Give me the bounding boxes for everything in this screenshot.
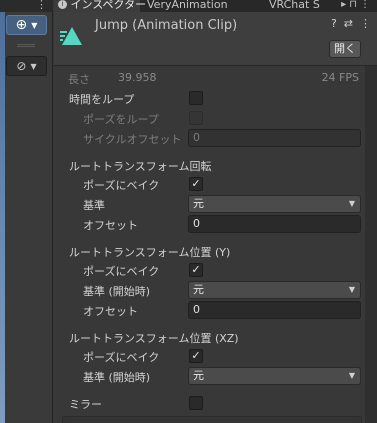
root-position-xz-bake-row: ポーズにベイク ✓ [54, 347, 365, 365]
lock-icon[interactable]: ⊓ [349, 0, 360, 10]
scrollbar[interactable] [365, 66, 377, 423]
compass-icon: ⊘ [16, 59, 27, 73]
clip-title: Jump (Animation Clip) [95, 18, 238, 33]
help-icon[interactable]: ? [331, 17, 337, 31]
root-position-y-based-label: 基準 (開始時) [83, 285, 151, 298]
mirror-row: ミラー [54, 394, 365, 412]
chevron-down-icon: ▼ [348, 199, 355, 208]
root-position-y-bake-label: ポーズにベイク [83, 265, 160, 278]
fps-value: 24 FPS [321, 71, 359, 84]
root-rotation-bake-row: ポーズにベイク ✓ [54, 175, 365, 193]
chevron-down-icon: ▼ [31, 20, 38, 30]
length-label: 長さ [68, 73, 90, 86]
tab-inspector-label: インスペクター [70, 0, 147, 11]
editor-tab-bar: i インスペクター VeryAnimation VRChat S ▸⊓⋮ [54, 0, 377, 12]
root-position-xz-bake-checkbox[interactable]: ✓ [189, 349, 203, 363]
root-position-y-title: ルートトランスフォーム位置 (Y) [69, 246, 231, 259]
cut-off-row [54, 416, 365, 423]
cycle-offset-label: サイクルオフセット [83, 133, 182, 146]
gizmo-tool-button[interactable]: ⊕ ▼ [6, 15, 47, 35]
tab-controls: ▸⊓⋮ [341, 0, 373, 10]
root-position-y-offset-label: オフセット [83, 305, 138, 318]
root-position-y-based-dropdown[interactable]: 元 ▼ [188, 281, 361, 299]
tab-inspector[interactable]: i インスペクター [54, 0, 146, 12]
root-position-xz-based-row: 基準 (開始時) 元 ▼ [54, 367, 365, 385]
root-position-y-bake-row: ポーズにベイク ✓ [54, 261, 365, 279]
root-rotation-offset-row: オフセット 0 [54, 215, 365, 233]
chevron-down-icon: ▼ [348, 371, 355, 380]
root-rotation-bake-checkbox[interactable]: ✓ [189, 177, 203, 191]
loop-time-checkbox[interactable] [189, 91, 203, 105]
info-icon: i [58, 0, 67, 9]
loop-pose-row: ポーズをループ [54, 109, 365, 127]
root-rotation-title: ルートトランスフォーム回転 [69, 160, 212, 173]
root-position-xz-bake-label: ポーズにベイク [83, 351, 160, 364]
loop-pose-label: ポーズをループ [83, 113, 159, 126]
cycle-offset-field[interactable]: 0 [188, 129, 361, 147]
chevron-down-icon: ▼ [30, 61, 37, 71]
tab-scroll-right-icon[interactable]: ▸ [341, 0, 349, 10]
root-position-xz-header: ルートトランスフォーム位置 (XZ) [54, 328, 365, 346]
root-rotation-header: ルートトランスフォーム回転 [54, 156, 365, 174]
root-position-y-offset-row: オフセット 0 [54, 301, 365, 319]
dropdown-value: 元 [193, 369, 204, 382]
open-button[interactable]: 開く [329, 40, 361, 58]
compass-tool-button[interactable]: ⊘ ▼ [6, 56, 47, 76]
dropdown-value: 元 [193, 283, 204, 296]
root-rotation-based-label: 基準 [83, 199, 105, 212]
loop-time-row: 時間をループ [54, 89, 365, 107]
loop-time-label: 時間をループ [69, 93, 135, 106]
root-position-xz-title: ルートトランスフォーム位置 (XZ) [69, 332, 239, 345]
root-position-y-header: ルートトランスフォーム位置 (Y) [54, 242, 365, 260]
root-rotation-bake-label: ポーズにベイク [83, 179, 160, 192]
length-row: 長さ 39.958 24 FPS [54, 69, 365, 87]
root-position-y-offset-field[interactable]: 0 [188, 301, 361, 319]
mirror-checkbox[interactable] [189, 396, 203, 410]
dropdown-value: 元 [193, 197, 204, 210]
toolbar-separator [17, 44, 35, 47]
scene-viewport[interactable] [0, 12, 5, 423]
cut-off-field [62, 416, 362, 423]
animation-clip-settings: 長さ 39.958 24 FPS 時間をループ ポーズをループ サイクルオフセッ… [54, 67, 365, 423]
root-position-y-bake-checkbox[interactable]: ✓ [189, 263, 203, 277]
mirror-label: ミラー [69, 398, 102, 411]
move-gizmo-icon: ⊕ [15, 17, 28, 33]
cycle-offset-row: サイクルオフセット 0 [54, 129, 365, 147]
kebab-menu-icon[interactable]: ⋮ [360, 17, 371, 31]
chevron-down-icon: ▼ [348, 285, 355, 294]
scene-view-tab-bar: ⋮ [0, 0, 53, 12]
tab-vrchat[interactable]: VRChat S [269, 0, 320, 12]
kebab-menu-icon[interactable]: ⋮ [360, 0, 373, 10]
root-position-xz-based-dropdown[interactable]: 元 ▼ [188, 367, 361, 385]
preset-settings-icon[interactable]: ⇄ [344, 17, 353, 31]
scene-menu-icon[interactable]: ⋮ [36, 0, 47, 11]
root-position-y-based-row: 基準 (開始時) 元 ▼ [54, 281, 365, 299]
loop-pose-checkbox[interactable] [189, 111, 203, 125]
inspector-header: Jump (Animation Clip) ? ⇄ ⋮ 開く [54, 12, 377, 66]
root-rotation-based-dropdown[interactable]: 元 ▼ [188, 195, 361, 213]
length-value: 39.958 [118, 71, 157, 84]
root-rotation-based-row: 基準 元 ▼ [54, 195, 365, 213]
animation-clip-icon [60, 27, 82, 45]
root-rotation-offset-label: オフセット [83, 219, 138, 232]
root-position-xz-based-label: 基準 (開始時) [83, 371, 151, 384]
header-icons: ? ⇄ ⋮ [331, 17, 371, 31]
root-rotation-offset-field[interactable]: 0 [188, 215, 361, 233]
tab-veryanimation[interactable]: VeryAnimation [147, 0, 228, 12]
scene-view-strip: ⋮ ⊕ ▼ ⊘ ▼ [0, 0, 53, 423]
